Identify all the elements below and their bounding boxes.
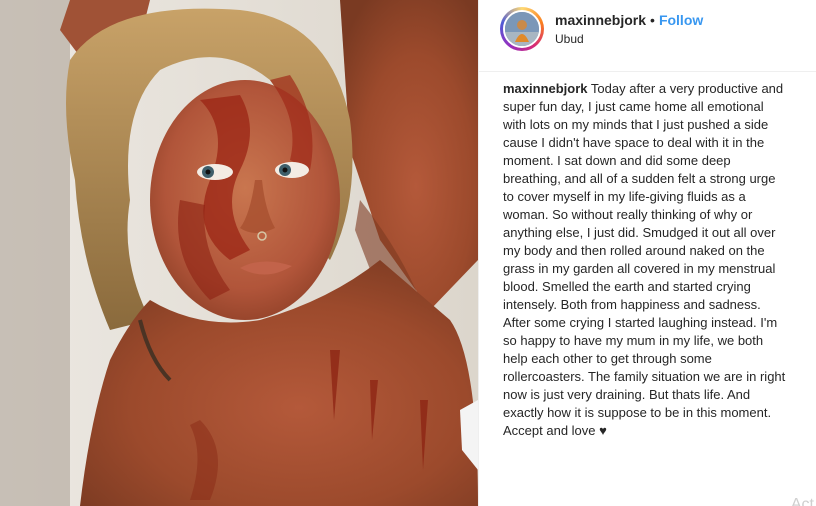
avatar[interactable] — [503, 10, 541, 48]
caption-username-link[interactable]: maxinnebjork — [503, 81, 588, 96]
post-header: maxinnebjork • Follow Ubud — [479, 0, 816, 72]
follow-button[interactable]: Follow — [659, 12, 703, 28]
avatar-image — [505, 12, 539, 46]
post-photo-illustration — [0, 0, 478, 506]
location-link[interactable]: Ubud — [555, 32, 584, 46]
username-link[interactable]: maxinnebjork — [555, 12, 646, 28]
heart-icon: ♥ — [599, 423, 607, 438]
caption-text: Today after a very productive and super … — [503, 81, 786, 438]
header-user-line: maxinnebjork • Follow — [555, 12, 703, 29]
post-photo[interactable] — [0, 0, 478, 506]
instagram-post-view: maxinnebjork • Follow Ubud maxinnebjork To… — [0, 0, 816, 506]
watermark-text: Act — [790, 496, 814, 506]
separator-dot: • — [650, 12, 655, 28]
story-ring[interactable] — [500, 7, 544, 51]
post-sidebar: maxinnebjork • Follow Ubud maxinnebjork To… — [478, 0, 816, 506]
post-caption: maxinnebjork Today after a very producti… — [503, 80, 787, 440]
